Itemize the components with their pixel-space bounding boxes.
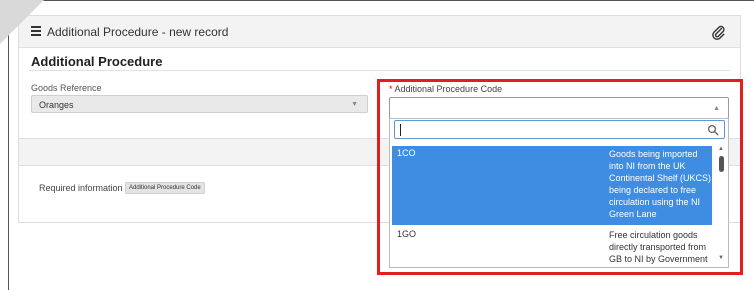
option-code: 1CO bbox=[397, 148, 416, 158]
apc-dropdown-list: 1CO Goods being imported into NI from th… bbox=[389, 118, 729, 268]
goods-reference-value: Oranges bbox=[39, 100, 74, 110]
additional-procedure-code-select[interactable]: ▲ bbox=[389, 97, 729, 119]
scroll-down-arrow-icon[interactable]: ▼ bbox=[718, 255, 724, 261]
dropdown-scrollbar[interactable]: ▲ ▼ bbox=[715, 144, 727, 267]
page-title: Additional Procedure - new record bbox=[47, 25, 229, 39]
paperclip-icon[interactable] bbox=[710, 24, 726, 40]
option-description: Free circulation goods directly transpor… bbox=[609, 230, 708, 267]
card-header: Additional Procedure - new record bbox=[19, 16, 740, 48]
search-icon bbox=[707, 124, 719, 136]
dropdown-option[interactable]: 1CO Goods being imported into NI from th… bbox=[392, 146, 712, 225]
dropdown-search-input[interactable] bbox=[394, 120, 725, 139]
apc-label-text: Additional Procedure Code bbox=[394, 84, 503, 94]
required-info-label: Required information bbox=[39, 183, 123, 193]
text-cursor bbox=[400, 124, 401, 136]
option-code: 1GO bbox=[397, 229, 417, 239]
dropdown-option[interactable]: 1GO Free circulation goods directly tran… bbox=[392, 227, 712, 267]
required-info-badge: Additional Procedure Code bbox=[125, 182, 205, 194]
goods-reference-label: Goods Reference bbox=[31, 83, 102, 93]
scroll-up-arrow-icon[interactable]: ▲ bbox=[718, 146, 724, 152]
goods-reference-select[interactable]: Oranges ▼ bbox=[31, 95, 368, 113]
chevron-up-icon: ▲ bbox=[713, 105, 720, 112]
chevron-down-icon: ▼ bbox=[351, 101, 358, 108]
section-divider bbox=[29, 70, 730, 71]
apc-field-label: * Additional Procedure Code bbox=[389, 84, 502, 94]
option-description: Goods being imported into NI from the UK… bbox=[609, 149, 712, 219]
required-marker: * bbox=[389, 84, 393, 94]
scrollbar-thumb[interactable] bbox=[719, 156, 724, 172]
corner-decoration bbox=[0, 0, 44, 44]
section-title: Additional Procedure bbox=[31, 54, 163, 69]
